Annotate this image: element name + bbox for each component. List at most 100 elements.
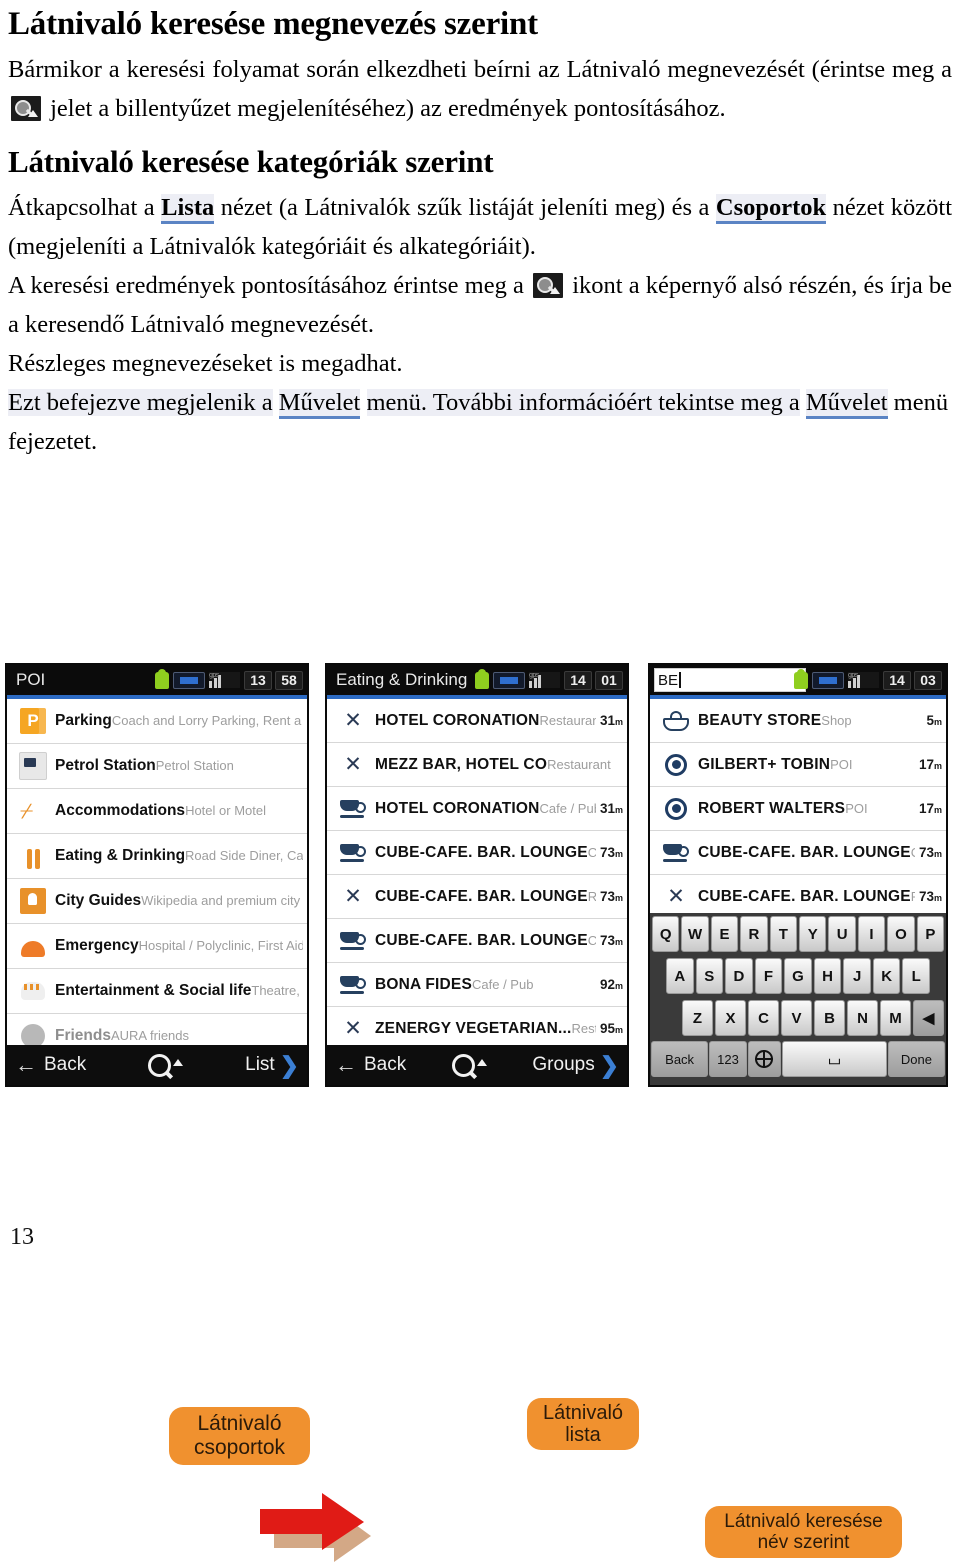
fork-knife-icon: ✕ <box>344 752 362 776</box>
keyboard-key-a[interactable]: A <box>665 958 694 994</box>
android-icon <box>794 668 808 689</box>
poi-group-list[interactable]: P ParkingCoach and Lorry Parking, Rent a … <box>7 699 307 1049</box>
android-icon <box>475 668 489 689</box>
keyboard-key-t[interactable]: T <box>769 916 797 952</box>
list-item[interactable]: CUBE-CAFE. BAR. LOUNGECafe / Pub73m <box>650 831 946 875</box>
keyboard-row-3[interactable]: Z X C V B N M ◀ <box>650 997 946 1039</box>
refine-text-a: A keresési eredmények pontosításához éri… <box>8 272 524 299</box>
keyboard-key-s[interactable]: S <box>695 958 724 994</box>
list-item[interactable]: Eating & DrinkingRoad Side Diner, Cafe /… <box>7 834 307 879</box>
list-item[interactable]: CUBE-CAFE. BAR. LOUNGECafe / Pub73m <box>327 919 627 963</box>
list-item[interactable]: Petrol StationPetrol Station <box>7 744 307 789</box>
callout-line-2: lista <box>565 1424 601 1446</box>
back-button[interactable]: ← Back <box>335 1054 406 1076</box>
keyboard-key-k[interactable]: K <box>872 958 901 994</box>
list-item[interactable]: ✕ ZENERGY VEGETARIAN...Restaurant95m <box>327 1007 627 1049</box>
search-icon <box>533 273 564 298</box>
keyboard-row-4[interactable]: Back 123 ⌴ Done <box>650 1039 946 1079</box>
keyboard-key-x[interactable]: X <box>715 1000 746 1036</box>
keyboard-key-w[interactable]: W <box>681 916 709 952</box>
back-button[interactable]: ← Back <box>15 1054 86 1076</box>
callout-poi-groups: Látnivaló csoportok <box>169 1407 310 1465</box>
keyboard-key-e[interactable]: E <box>710 916 739 952</box>
list-item[interactable]: BEAUTY STOREShop 5m <box>650 699 946 743</box>
link-muvelet-2[interactable]: Művelet <box>805 389 888 419</box>
keyboard-key-p[interactable]: P <box>916 916 945 952</box>
fork-knife-icon: ✕ <box>344 708 362 732</box>
poi-result-list[interactable]: ✕HOTEL CORONATIONRestaurant31m✕MEZZ BAR,… <box>327 699 627 1049</box>
keyboard-key-i[interactable]: I <box>857 916 886 952</box>
list-item-title: Friends <box>55 1027 111 1044</box>
list-item[interactable]: EmergencyHospital / Polyclinic, First Ai… <box>7 924 307 969</box>
keyboard-key-d[interactable]: D <box>725 958 753 994</box>
keyboard-key-o[interactable]: O <box>887 916 915 952</box>
bottom-toolbar: ← Back Groups ❯ <box>327 1045 627 1085</box>
keyboard-key-f[interactable]: F <box>754 958 783 994</box>
list-item[interactable]: Entertainment & Social lifeTheatre, Cult… <box>7 969 307 1014</box>
petrol-icon <box>11 752 55 780</box>
list-item[interactable]: ⌿ AccommodationsHotel or Motel <box>7 789 307 834</box>
keyboard-key-j[interactable]: J <box>843 958 871 994</box>
on-screen-keyboard[interactable]: QWERTYUIOP ASDFGHJKL Z X C V B N M ◀ Back 123 ⌴… <box>650 913 946 1085</box>
list-item[interactable]: P ParkingCoach and Lorry Parking, Rent a … <box>7 699 307 744</box>
list-item-title: Accommodations <box>55 802 186 819</box>
keyboard-row-1[interactable]: QWERTYUIOP <box>650 913 946 955</box>
search-input[interactable]: BE <box>654 668 806 692</box>
search-toolbar-button[interactable] <box>86 1053 245 1077</box>
list-view-button[interactable]: List ❯ <box>245 1054 299 1077</box>
list-item[interactable]: ROBERT WALTERSPOI 17m <box>650 787 946 831</box>
link-lista[interactable]: Lista <box>161 194 215 224</box>
list-item-title: Entertainment & Social life <box>55 982 252 999</box>
keyboard-numbers-key[interactable]: 123 <box>709 1041 747 1077</box>
list-item-title: CUBE-CAFE. BAR. LOUNGE <box>375 887 588 905</box>
keyboard-key-b[interactable]: B <box>814 1000 845 1036</box>
list-item-subtitle: Hotel or Motel <box>185 803 266 818</box>
list-item[interactable]: ✕ CUBE-CAFE. BAR. LOUNGERestaurant73m <box>327 875 627 919</box>
gps-signal-icon: gps <box>209 672 240 688</box>
list-item[interactable]: GILBERT+ TOBINPOI 17m <box>650 743 946 787</box>
list-item[interactable]: BONA FIDESCafe / Pub 92m <box>327 963 627 1007</box>
search-toolbar-button[interactable] <box>406 1053 532 1077</box>
keyboard-key-r[interactable]: R <box>740 916 768 952</box>
status-icons: gps 13 58 <box>155 668 303 690</box>
list-item[interactable]: ✕ HOTEL CORONATIONRestaurant31m <box>327 699 627 743</box>
keyboard-key-m[interactable]: M <box>880 1000 911 1036</box>
list-item[interactable]: FriendsAURA friends <box>7 1014 307 1049</box>
list-item[interactable]: HOTEL CORONATIONCafe / Pub 31m <box>327 787 627 831</box>
clock-hours: 13 <box>244 670 272 690</box>
keyboard-key-u[interactable]: U <box>828 916 856 952</box>
globe-icon[interactable] <box>747 1041 782 1077</box>
keyboard-key-c[interactable]: C <box>748 1000 779 1036</box>
keyboard-key-q[interactable]: Q <box>651 916 680 952</box>
keyboard-row-2[interactable]: ASDFGHJKL <box>650 955 946 997</box>
keyboard-key-n[interactable]: N <box>847 1000 878 1036</box>
keyboard-key-z[interactable]: Z <box>682 1000 713 1036</box>
clock-hours: 14 <box>564 670 592 690</box>
clock-minutes: 03 <box>914 670 942 690</box>
list-item[interactable]: ✕ MEZZ BAR, HOTEL CORestaurant <box>327 743 627 787</box>
list-item[interactable]: City GuidesWikipedia and premium city gu… <box>7 879 307 924</box>
distance-value: 31m <box>599 801 623 816</box>
battery-icon <box>493 671 525 689</box>
fork-knife-icon: ✕ <box>344 884 362 908</box>
distance-value: 73m <box>918 889 942 904</box>
keyboard-key-y[interactable]: Y <box>799 916 827 952</box>
action-text-c: menü <box>893 389 949 416</box>
keyboard-key-h[interactable]: H <box>813 958 842 994</box>
cup-icon <box>331 843 375 862</box>
keyboard-space-key[interactable]: ⌴ <box>782 1041 887 1077</box>
distance-value: 31m <box>599 713 623 728</box>
arrow-right-icon <box>260 1493 364 1550</box>
groups-view-button[interactable]: Groups ❯ <box>532 1054 619 1077</box>
keyboard-key-l[interactable]: L <box>902 958 931 994</box>
action-text-b: menü. További információért tekintse meg… <box>366 389 800 416</box>
keyboard-backspace-key[interactable]: ◀ <box>913 1000 944 1036</box>
keyboard-key-g[interactable]: G <box>784 958 812 994</box>
keyboard-key-v[interactable]: V <box>781 1000 812 1036</box>
list-item[interactable]: CUBE-CAFE. BAR. LOUNGECafe / Pub73m <box>327 831 627 875</box>
keyboard-done-key[interactable]: Done <box>887 1041 946 1077</box>
keyboard-back-key[interactable]: Back <box>651 1041 709 1077</box>
link-csoportok[interactable]: Csoportok <box>715 194 827 224</box>
link-muvelet-1[interactable]: Művelet <box>278 389 361 419</box>
list-item-title: HOTEL CORONATION <box>375 799 540 817</box>
